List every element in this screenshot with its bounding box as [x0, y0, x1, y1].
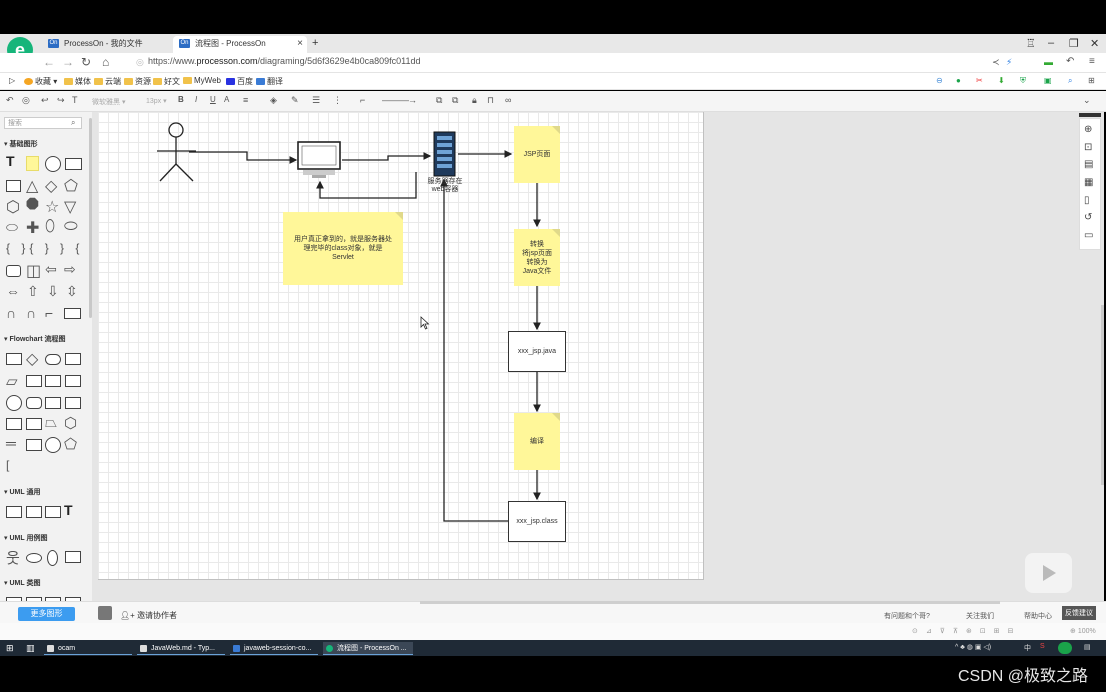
file-icon[interactable]: ▯	[1084, 195, 1090, 206]
wechat-icon[interactable]	[1058, 642, 1072, 654]
compile-note[interactable]: 编译	[514, 413, 560, 470]
servlet-explanation-note[interactable]: 用户真正拿到的，就是服务器处理完毕的class对象，就是Servlet	[283, 212, 403, 285]
video-play-button[interactable]	[1025, 553, 1072, 593]
notification-icon[interactable]: ▤	[1084, 643, 1091, 651]
typora-icon	[140, 645, 147, 652]
comment-icon[interactable]: ▭	[1084, 230, 1093, 241]
view-tool-icons[interactable]: ⊙⊿⊽⊼⊛⊡⊞⊟	[912, 627, 1021, 635]
invite-collaborator-button[interactable]: 👤︎+ 邀请协作者	[120, 610, 177, 621]
taskbar-item-typora[interactable]: JavaWeb.md - Typ...	[137, 642, 225, 655]
follow-us-link[interactable]: 关注我们	[966, 611, 994, 621]
input-language[interactable]: 中	[1024, 643, 1031, 653]
dock-header	[1079, 113, 1101, 117]
class-file-box[interactable]: xxx_jsp.class	[508, 501, 566, 542]
browser-icon	[326, 645, 333, 652]
arrow-class-to-server	[440, 178, 508, 522]
server-label: 服务器存在 web容器	[427, 178, 463, 193]
convert-note[interactable]: 转换 将jsp页面 转换为 Java文件	[514, 229, 560, 286]
csdn-watermark: CSDN @极致之路	[957, 668, 1088, 685]
arrow-computer-to-server	[342, 152, 432, 161]
computer-monitor-icon	[297, 141, 341, 178]
task-view-icon[interactable]: ▥	[26, 643, 35, 654]
java-file-box[interactable]: xxx_jsp.java	[508, 331, 566, 372]
server-tower-icon	[433, 131, 456, 177]
help-question-link[interactable]: 有问题和个哥?	[884, 611, 930, 621]
navigator-icon[interactable]: ⊕	[1084, 124, 1092, 135]
ocam-icon	[47, 645, 54, 652]
add-user-icon: 👤︎+	[120, 611, 138, 620]
taskbar-item-idea[interactable]: javaweb-session-co...	[230, 642, 318, 655]
more-shapes-button[interactable]: 更多图形	[18, 607, 75, 621]
idea-icon	[233, 645, 240, 652]
tray-icons[interactable]: ^ ♣ ◍ ▣ ◁)	[955, 643, 991, 651]
windows-start-icon[interactable]: ⊞	[6, 643, 14, 654]
taskbar-item-processon[interactable]: 流程图 - ProcessOn ...	[323, 642, 413, 655]
feedback-button[interactable]: 反馈建议	[1062, 606, 1096, 620]
zoom-level[interactable]: ⊕ 100%	[1070, 627, 1096, 635]
page-settings-icon[interactable]: ▤	[1084, 159, 1093, 170]
history-icon[interactable]: ↺	[1084, 212, 1092, 223]
sougou-icon[interactable]: S	[1040, 643, 1045, 650]
taskbar-item-ocam[interactable]: ocam	[44, 642, 132, 655]
mouse-cursor-icon	[420, 316, 430, 330]
canvas-scrollbar-v[interactable]	[1101, 305, 1104, 485]
arrow-server-to-computer	[316, 172, 417, 199]
image-icon[interactable]: ⊡	[1084, 142, 1092, 153]
jsp-page-note[interactable]: JSP页面	[514, 126, 560, 183]
canvas-scrollbar-h[interactable]	[420, 601, 1000, 604]
arrow-actor-to-computer	[189, 151, 298, 164]
avatar[interactable]	[98, 606, 112, 620]
help-center-link[interactable]: 帮助中心	[1024, 611, 1052, 621]
data-icon[interactable]: ▦	[1084, 177, 1093, 188]
